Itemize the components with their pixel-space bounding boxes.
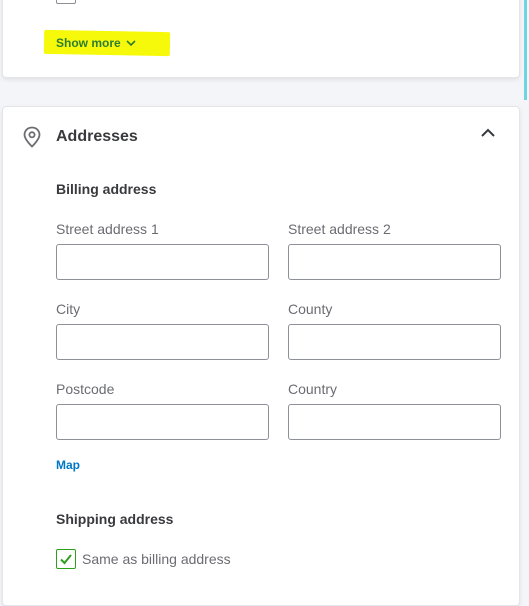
billing-address-title: Billing address [56, 181, 157, 197]
city-label: City [56, 301, 81, 317]
postcode-input[interactable] [56, 404, 269, 440]
street-address-1-input[interactable] [56, 244, 269, 280]
country-label: Country [288, 381, 338, 397]
city-input[interactable] [56, 324, 269, 360]
partial-checkbox[interactable] [56, 0, 76, 4]
street-address-2-label: Street address 2 [288, 221, 391, 237]
addresses-title: Addresses [56, 128, 138, 145]
same-as-billing-checkbox[interactable] [56, 549, 76, 569]
postcode-label: Postcode [56, 381, 115, 397]
chevron-down-icon [126, 40, 136, 47]
scroll-accent [524, 0, 527, 100]
shipping-address-title: Shipping address [56, 511, 174, 527]
country-input[interactable] [288, 404, 501, 440]
show-more-link[interactable]: Show more [56, 36, 137, 50]
county-label: County [288, 301, 333, 317]
street-address-1-label: Street address 1 [56, 221, 159, 237]
county-input[interactable] [288, 324, 501, 360]
show-more-label: Show more [56, 36, 121, 50]
map-link[interactable]: Map [56, 458, 80, 472]
same-as-billing-label: Same as billing address [82, 551, 231, 567]
location-pin-icon [23, 126, 41, 148]
chevron-up-icon[interactable] [479, 126, 497, 140]
street-address-2-input[interactable] [288, 244, 501, 280]
checkmark-icon [60, 554, 72, 565]
